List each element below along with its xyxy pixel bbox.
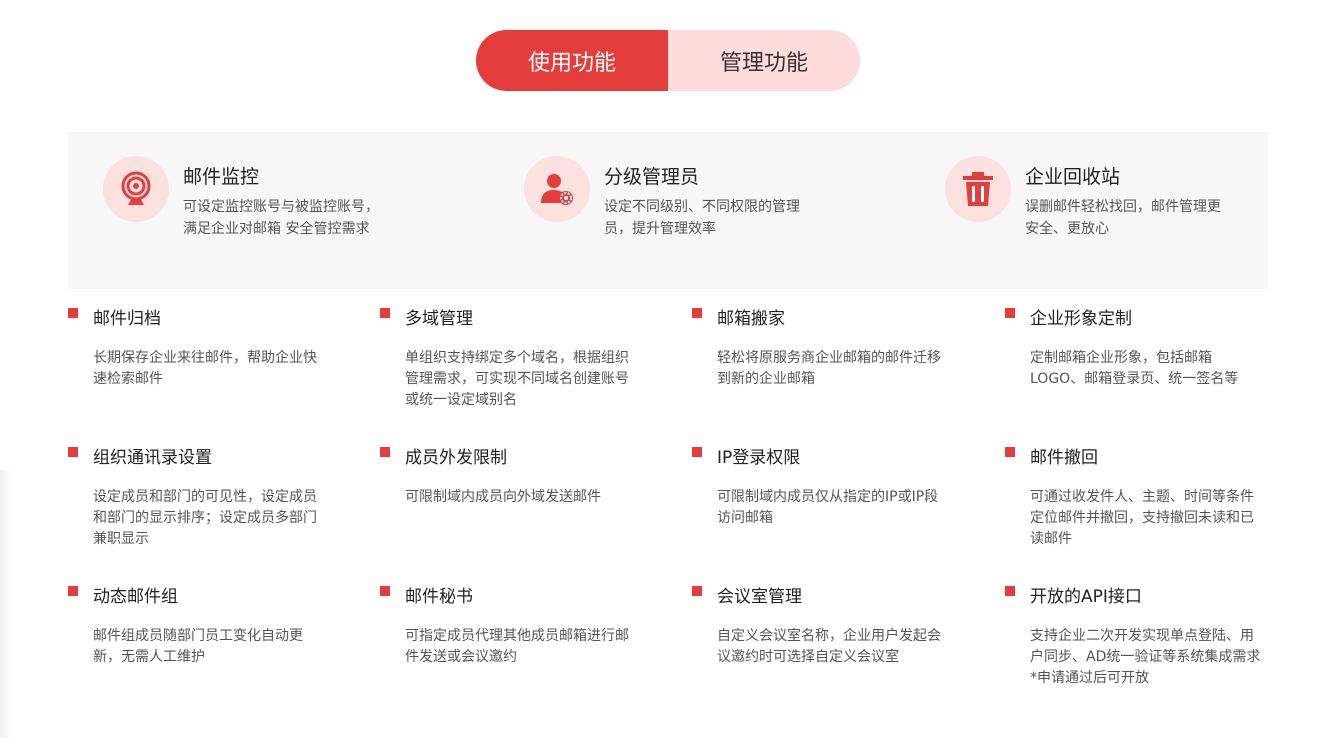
feature-title: 多域管理	[405, 309, 473, 329]
feature-desc: 自定义会议室名称，企业用户发起会议邀约时可选择自定义会议室	[717, 628, 941, 665]
bullet-square-icon	[692, 308, 708, 324]
featured-title: 邮件监控	[183, 166, 260, 188]
feature-title: 邮箱搬家	[717, 309, 785, 329]
bullet-square-icon	[1005, 447, 1021, 463]
bullet-square-icon	[1005, 308, 1021, 324]
bullet-square-icon	[692, 447, 708, 463]
bullet-square-icon	[68, 586, 84, 602]
feature-tabs: 使用功能 管理功能	[476, 30, 860, 91]
featured-desc: 可设定监控账号与被监控账号，满足企业对邮箱 安全管控需求	[183, 199, 379, 237]
webcam-monitor-icon	[103, 156, 169, 222]
feature-desc: 设定成员和部门的可见性，设定成员和部门的显示排序；设定成员多部门兼职显示	[93, 489, 317, 547]
feature-title: 动态邮件组	[93, 587, 178, 607]
featured-panel: 邮件监控 可设定监控账号与被监控账号，满足企业对邮箱 安全管控需求 分级管理员 …	[68, 132, 1268, 289]
bullet-square-icon	[380, 586, 396, 602]
featured-title: 分级管理员	[604, 166, 700, 188]
feature-desc: 长期保存企业来往邮件，帮助企业快速检索邮件	[93, 350, 317, 387]
edge-shadow	[0, 470, 14, 738]
feature-title: 会议室管理	[717, 587, 802, 607]
tab-management-features[interactable]: 管理功能	[668, 30, 860, 91]
featured-desc: 设定不同级别、不同权限的管理员，提升管理效率	[604, 199, 800, 237]
feature-title: 组织通讯录设置	[93, 448, 212, 468]
feature-desc: 可限制域内成员向外域发送邮件	[405, 489, 601, 505]
feature-desc: 可指定成员代理其他成员邮箱进行邮件发送或会议邀约	[405, 628, 629, 665]
feature-title: IP登录权限	[717, 448, 801, 468]
feature-desc: 支持企业二次开发实现单点登陆、用户同步、AD统一验证等系统集成需求 *申请通过后…	[1030, 628, 1261, 686]
feature-title: 邮件撤回	[1030, 448, 1098, 468]
feature-desc: 单组织支持绑定多个域名，根据组织管理需求，可实现不同域名创建账号或统一设定域别名	[405, 350, 629, 408]
bullet-square-icon	[68, 447, 84, 463]
tab-usage-features[interactable]: 使用功能	[476, 30, 668, 91]
trash-bin-icon	[945, 156, 1011, 222]
bullet-square-icon	[68, 308, 84, 324]
feature-desc: 定制邮箱企业形象，包括邮箱LOGO、邮箱登录页、统一签名等	[1030, 350, 1239, 387]
bullet-square-icon	[692, 586, 708, 602]
feature-title: 邮件归档	[93, 309, 161, 329]
bullet-square-icon	[380, 447, 396, 463]
bullet-square-icon	[1005, 586, 1021, 602]
featured-title: 企业回收站	[1025, 166, 1121, 188]
feature-title: 企业形象定制	[1030, 309, 1132, 329]
feature-title: 开放的API接口	[1030, 587, 1142, 607]
feature-desc: 可限制域内成员仅从指定的IP或IP段访问邮箱	[717, 489, 939, 526]
bullet-square-icon	[380, 308, 396, 324]
feature-desc: 可通过收发件人、主题、时间等条件定位邮件并撤回，支持撤回未读和已读邮件	[1030, 489, 1254, 547]
feature-title: 邮件秘书	[405, 587, 473, 607]
feature-title: 成员外发限制	[405, 448, 507, 468]
admin-user-gear-icon	[524, 156, 590, 222]
feature-desc: 轻松将原服务商企业邮箱的邮件迁移到新的企业邮箱	[717, 350, 941, 387]
feature-desc: 邮件组成员随部门员工变化自动更新，无需人工维护	[93, 628, 303, 665]
featured-desc: 误删邮件轻松找回，邮件管理更安全、更放心	[1025, 199, 1221, 237]
